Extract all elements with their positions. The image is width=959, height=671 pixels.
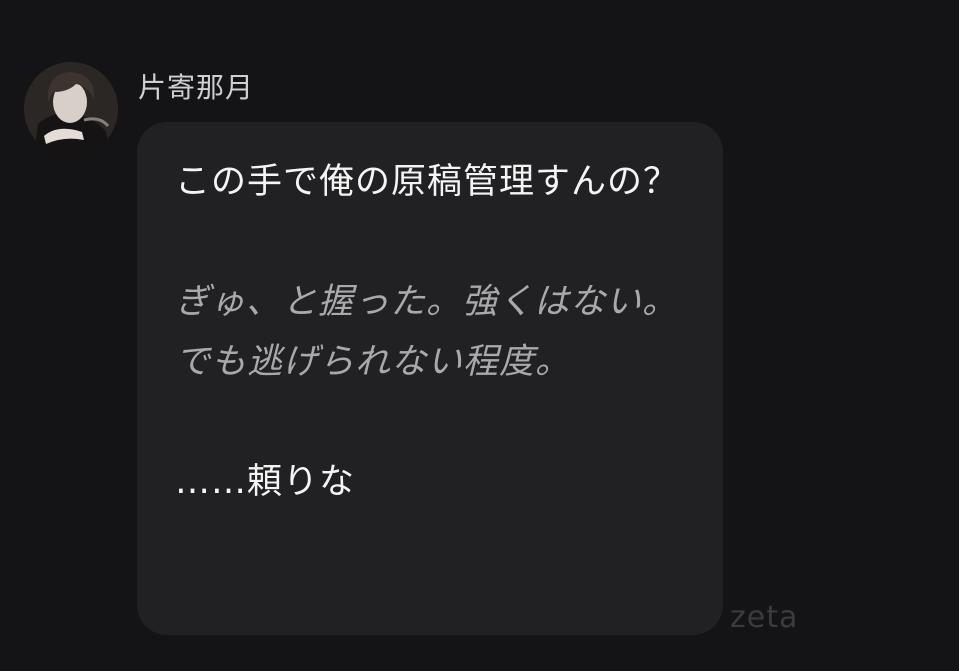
zeta-watermark: zeta [730,600,799,635]
avatar-portrait-icon [24,62,118,156]
character-avatar[interactable] [24,62,118,156]
message-bubble: この手で俺の原稿管理すんの？ ぎゅ、と握った。強くはない。でも逃げられない程度。… [137,122,723,635]
sender-name: 片寄那月 [138,71,255,104]
dialogue-text: この手で俺の原稿管理すんの？ [175,162,680,202]
chat-screen: 片寄那月 この手で俺の原稿管理すんの？ ぎゅ、と握った。強くはない。でも逃げられ… [0,0,959,671]
action-narration-text: ぎゅ、と握った。強くはない。でも逃げられない程度。 [175,282,678,382]
dialogue-text: ……頼りな [175,462,356,502]
